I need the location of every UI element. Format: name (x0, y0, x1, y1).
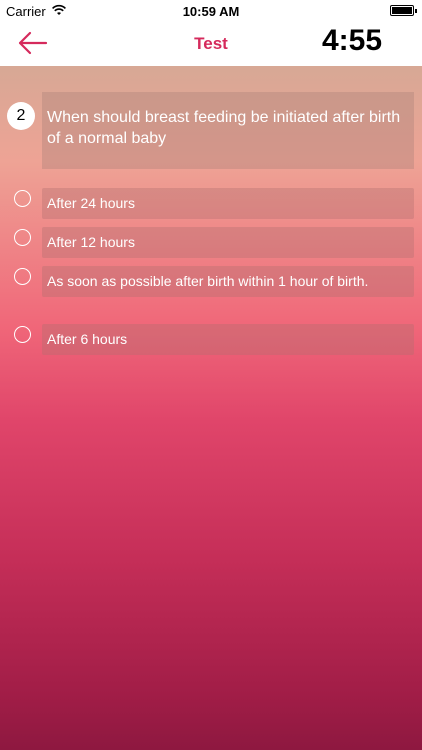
question-number-badge: 2 (7, 102, 35, 130)
option-label[interactable]: After 12 hours (42, 227, 414, 258)
radio-circle-icon[interactable] (14, 229, 31, 246)
status-bar: Carrier 10:59 AM (0, 0, 422, 22)
nav-bar: Test 4:55 (0, 22, 422, 66)
radio-circle-icon[interactable] (14, 268, 31, 285)
countdown-timer: 4:55 (321, 24, 382, 57)
battery-full-icon (390, 5, 417, 16)
radio-circle-icon[interactable] (14, 190, 31, 207)
option-label[interactable]: After 24 hours (42, 188, 414, 219)
quiz-content: 2 When should breast feeding be initiate… (0, 66, 422, 750)
status-time: 10:59 AM (182, 4, 240, 19)
question-text: When should breast feeding be initiated … (42, 92, 414, 169)
option-label[interactable]: After 6 hours (42, 324, 414, 355)
option-label[interactable]: As soon as possible after birth within 1… (42, 266, 414, 297)
radio-circle-icon[interactable] (14, 326, 31, 343)
